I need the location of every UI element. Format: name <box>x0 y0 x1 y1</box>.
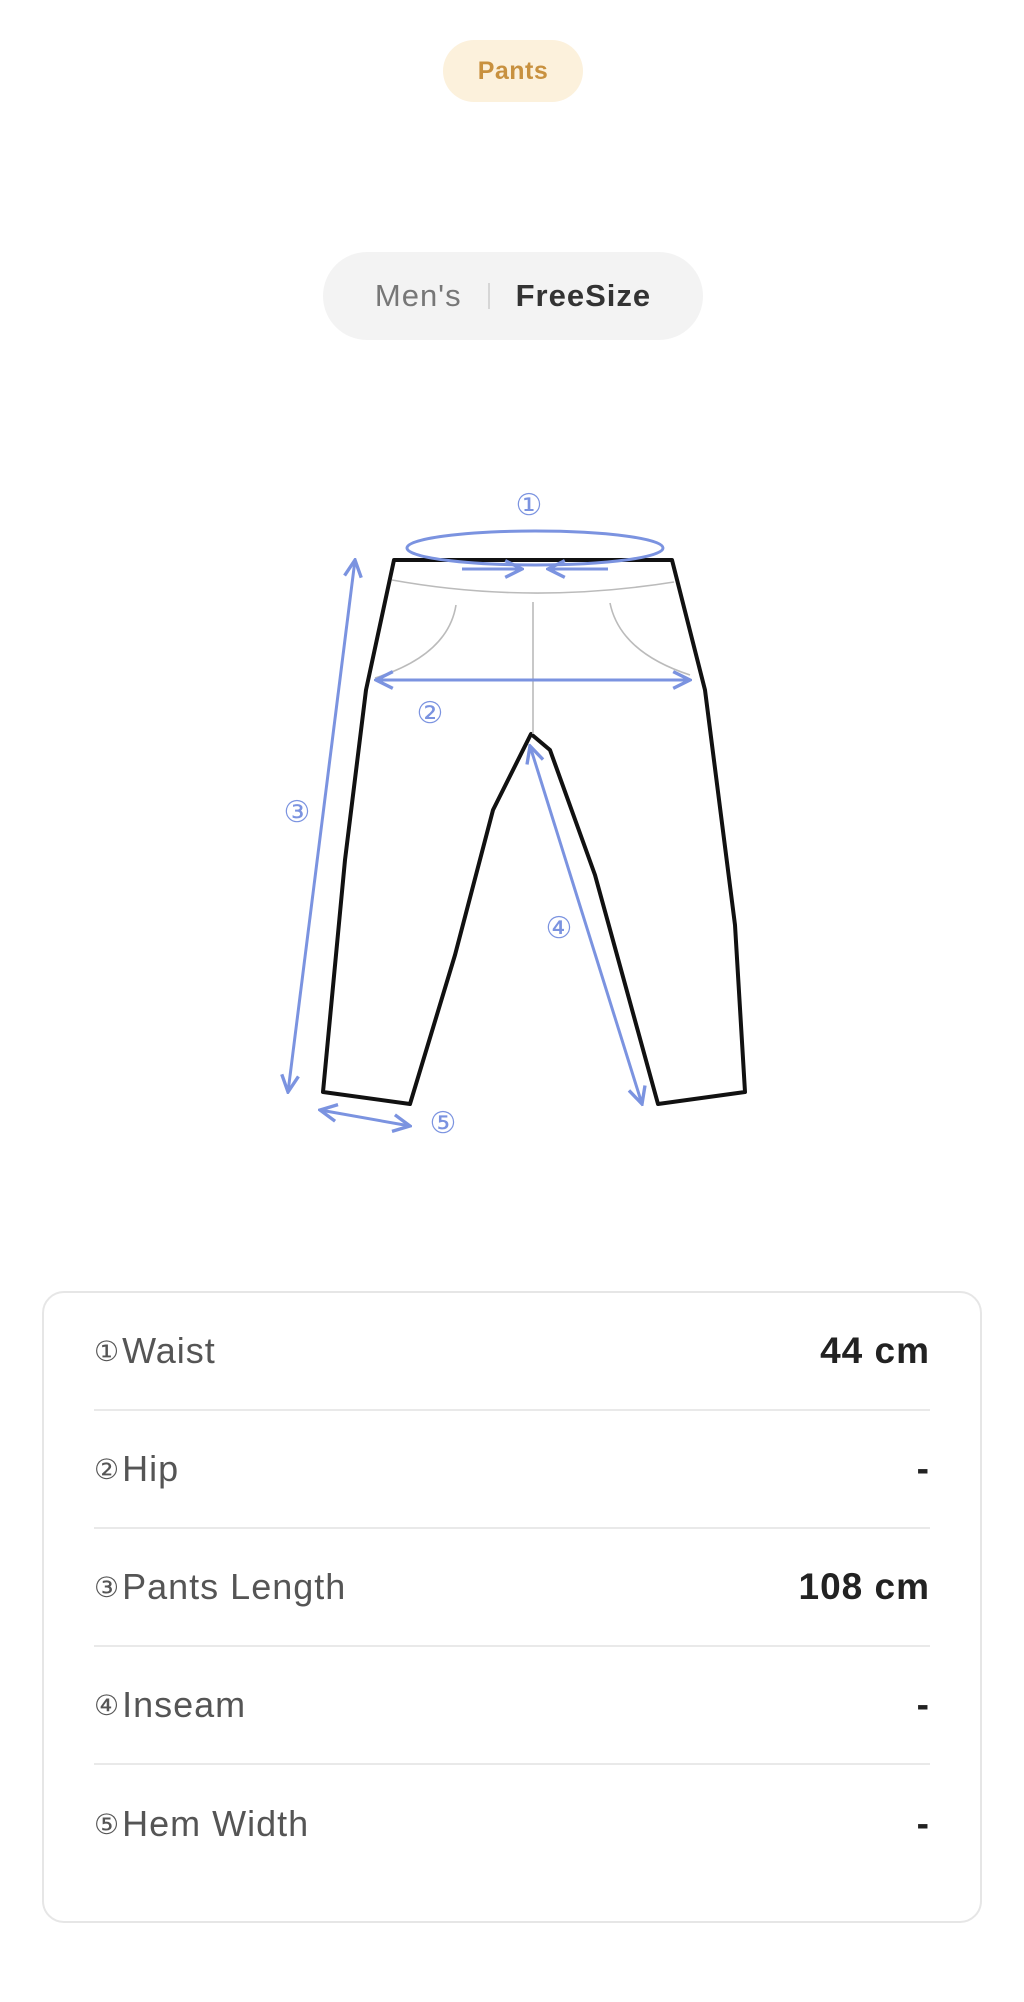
measurement-table: ① Waist 44 cm ② Hip - ③ Pants Length 108… <box>42 1291 982 1923</box>
measurement-row-inseam: ④ Inseam - <box>94 1647 930 1765</box>
row-value: - <box>916 1684 930 1725</box>
pill-divider <box>487 283 490 309</box>
category-badge: Pants <box>443 40 583 102</box>
pants-diagram: ① ② ③ ④ ⑤ <box>0 488 747 1141</box>
marker-3: ③ <box>284 795 311 830</box>
row-number: ③ <box>94 1570 121 1604</box>
row-label: Hip <box>122 1448 180 1489</box>
measurement-row-hip: ② Hip - <box>94 1411 930 1529</box>
row-label: Waist <box>122 1330 216 1371</box>
measurement-row-waist: ① Waist 44 cm <box>94 1293 930 1411</box>
measurement-row-pants-length: ③ Pants Length 108 cm <box>94 1529 930 1647</box>
row-label: Pants Length <box>122 1566 347 1607</box>
row-number: ④ <box>94 1688 121 1722</box>
row-label: Hem Width <box>122 1803 310 1844</box>
row-number: ⑤ <box>94 1807 121 1841</box>
marker-4: ④ <box>546 911 573 946</box>
size-label: FreeSize <box>515 278 652 313</box>
row-label: Inseam <box>122 1684 247 1725</box>
marker-1: ① <box>516 488 543 523</box>
marker-5: ⑤ <box>430 1106 457 1141</box>
marker-2: ② <box>417 696 444 731</box>
row-value: - <box>916 1448 930 1489</box>
pants-outline <box>321 558 747 1106</box>
row-number: ① <box>94 1334 121 1368</box>
row-value: 108 cm <box>798 1566 930 1607</box>
row-number: ② <box>94 1452 121 1486</box>
row-value: - <box>916 1803 930 1844</box>
gender-label: Men's <box>374 278 462 313</box>
row-value: 44 cm <box>820 1330 930 1371</box>
measurement-row-hem-width: ⑤ Hem Width - <box>94 1765 930 1883</box>
category-label: Pants <box>477 56 549 85</box>
size-selector[interactable]: Men's FreeSize <box>323 252 703 340</box>
